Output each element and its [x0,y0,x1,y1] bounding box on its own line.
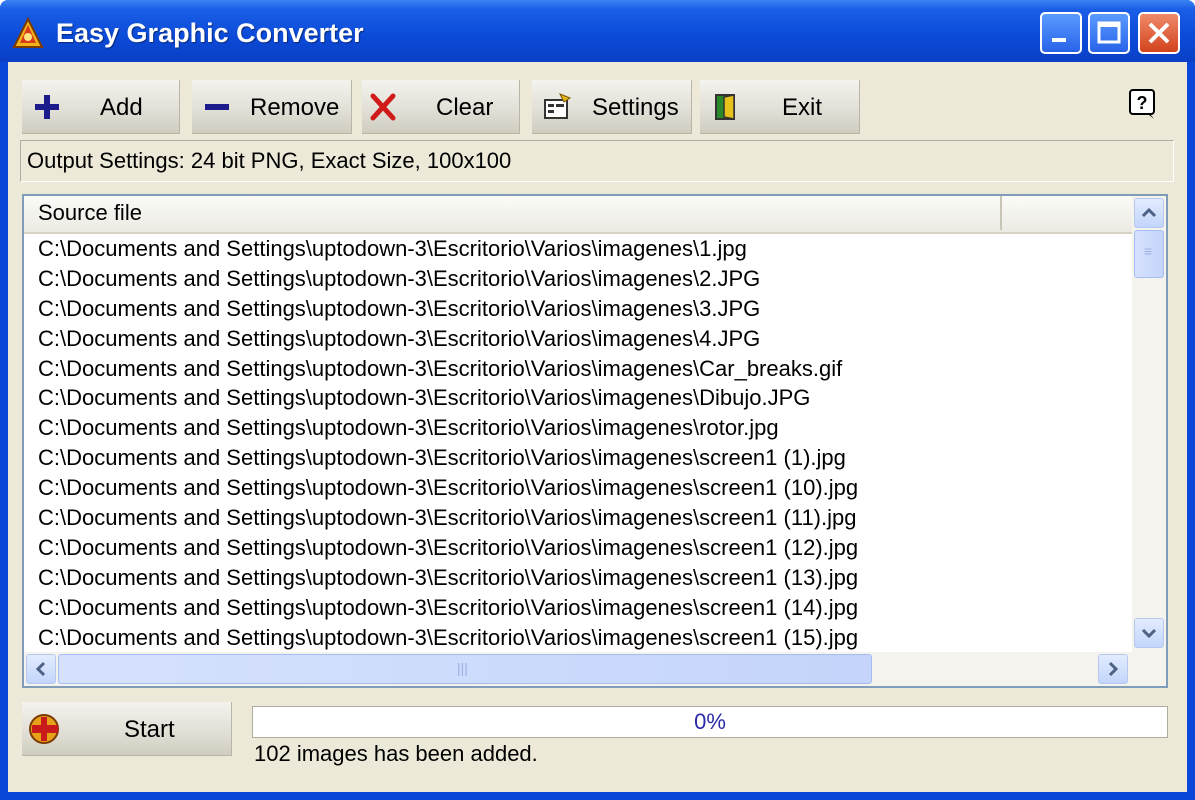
maximize-button[interactable] [1088,12,1130,54]
svg-text:?: ? [1137,93,1148,113]
clear-label: Clear [436,94,494,121]
close-button[interactable] [1138,12,1180,54]
list-item[interactable]: C:\Documents and Settings\uptodown-3\Esc… [24,593,1132,623]
minus-icon [205,104,229,110]
chevron-down-icon [1141,628,1157,639]
close-icon [1148,22,1170,44]
list-item[interactable]: C:\Documents and Settings\uptodown-3\Esc… [24,324,1132,354]
scroll-down-button[interactable] [1134,618,1164,648]
minimize-button[interactable] [1040,12,1082,54]
list-item[interactable]: C:\Documents and Settings\uptodown-3\Esc… [24,413,1132,443]
scroll-right-button[interactable] [1098,654,1128,684]
add-button[interactable]: Add [22,80,180,134]
list-item[interactable]: C:\Documents and Settings\uptodown-3\Esc… [24,503,1132,533]
exit-door-icon [715,94,735,120]
remove-label: Remove [250,94,340,121]
list-item[interactable]: C:\Documents and Settings\uptodown-3\Esc… [24,563,1132,593]
app-icon [12,16,44,48]
start-label: Start [124,716,175,743]
add-label: Add [100,94,143,121]
grip-icon: ≡ [1144,243,1153,259]
list-item[interactable]: C:\Documents and Settings\uptodown-3\Esc… [24,234,1132,264]
start-icon [29,714,59,744]
vertical-scrollbar[interactable]: ≡ [1132,196,1166,652]
column-header-blank[interactable] [1004,196,1132,230]
title-bar[interactable]: Easy Graphic Converter [0,0,1195,62]
list-item[interactable]: C:\Documents and Settings\uptodown-3\Esc… [24,533,1132,563]
grip-icon: ||| [457,660,468,676]
remove-button[interactable]: Remove [192,80,352,134]
list-item[interactable]: C:\Documents and Settings\uptodown-3\Esc… [24,623,1132,650]
chevron-left-icon [35,661,46,677]
column-header-source-file[interactable]: Source file [24,196,1002,230]
list-item[interactable]: C:\Documents and Settings\uptodown-3\Esc… [24,354,1132,384]
list-item[interactable]: C:\Documents and Settings\uptodown-3\Esc… [24,294,1132,324]
progress-text: 0% [694,709,726,734]
plus-icon [35,95,59,119]
minimize-icon [1052,38,1066,42]
output-settings-text: Output Settings: 24 bit PNG, Exact Size,… [20,140,1174,182]
exit-button[interactable]: Exit [700,80,860,134]
scroll-up-button[interactable] [1134,198,1164,228]
list-header: Source file [24,196,1132,234]
settings-button[interactable]: Settings [532,80,692,134]
list-item[interactable]: C:\Documents and Settings\uptodown-3\Esc… [24,264,1132,294]
list-item[interactable]: C:\Documents and Settings\uptodown-3\Esc… [24,383,1132,413]
status-text: 102 images has been added. [254,741,538,766]
list-rows: C:\Documents and Settings\uptodown-3\Esc… [24,234,1132,650]
scroll-left-button[interactable] [26,654,56,684]
list-item[interactable]: C:\Documents and Settings\uptodown-3\Esc… [24,443,1132,473]
source-file-list[interactable]: Source file C:\Documents and Settings\up… [22,194,1168,688]
client-area: Add Remove Clear Settings Exit ? Output … [8,62,1187,792]
chevron-right-icon [1108,661,1119,677]
list-item[interactable]: C:\Documents and Settings\uptodown-3\Esc… [24,473,1132,503]
horizontal-scrollbar[interactable]: ||| [24,652,1166,686]
app-window: Easy Graphic Converter Add Remove Clear … [0,0,1195,800]
horizontal-scroll-thumb[interactable]: ||| [58,654,872,684]
settings-label: Settings [592,94,679,121]
vertical-scroll-thumb[interactable]: ≡ [1134,230,1164,278]
progress-bar: 0% [252,706,1168,738]
window-title: Easy Graphic Converter [56,18,364,48]
exit-label: Exit [782,94,823,121]
clear-button[interactable]: Clear [362,80,520,134]
start-button[interactable]: Start [22,702,232,756]
help-icon[interactable]: ? [1128,88,1158,120]
chevron-up-icon [1141,207,1157,218]
settings-icon [544,93,572,119]
maximize-icon [1097,21,1121,44]
x-icon [370,93,396,121]
